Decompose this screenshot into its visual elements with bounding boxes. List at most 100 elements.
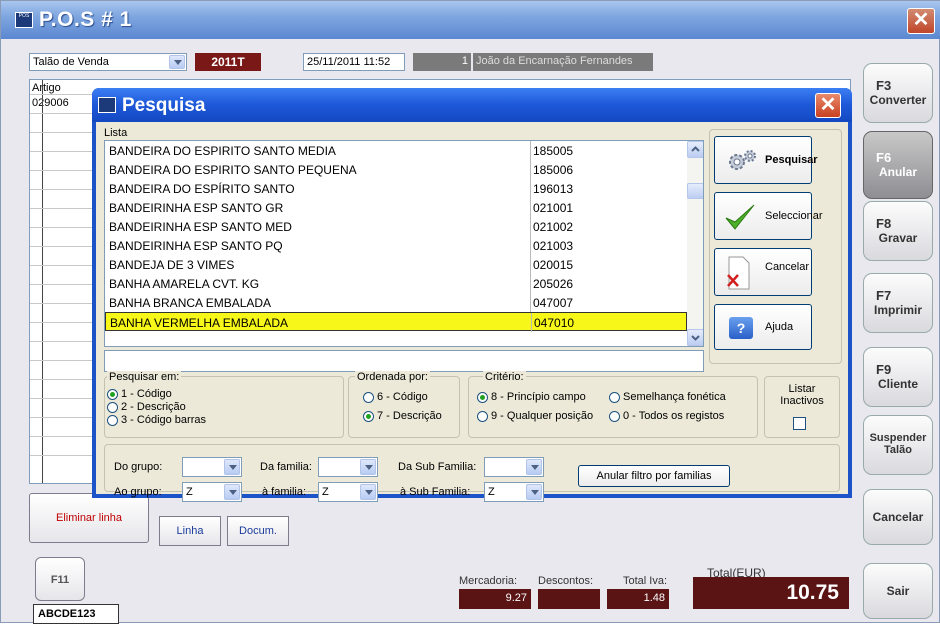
f11-button[interactable]: F11 [35, 557, 85, 601]
list-item[interactable]: BANHA AMARELA CVT. KG 205026 [105, 274, 687, 293]
doc-number: 2011T [195, 53, 261, 71]
f9-label: Cliente [877, 377, 918, 391]
f6-label: Anular [878, 165, 917, 179]
chevron-down-icon[interactable] [169, 55, 185, 69]
f6-anular-button[interactable]: F6 Anular [863, 131, 933, 199]
item-code: 185006 [533, 163, 574, 177]
seleccionar-button[interactable]: Seleccionar [714, 192, 822, 240]
radio-descricao[interactable]: 2 - Descrição [107, 401, 217, 415]
client-number[interactable]: 1 [413, 53, 471, 71]
list-item[interactable]: BANDEIRA DO ESPIRITO SANTO MEDIA 185005 [105, 141, 687, 160]
ordenada-por-label: Ordenada por: [355, 371, 430, 383]
radio-ord-codigo[interactable]: 6 - Código [363, 391, 453, 405]
eliminar-linha-button[interactable]: Eliminar linha [29, 493, 149, 543]
results-list[interactable]: BANDEIRA DO ESPIRITO SANTO MEDIA 185005 B… [104, 140, 704, 347]
da-familia-select[interactable] [318, 457, 378, 477]
chevron-down-icon[interactable] [224, 459, 240, 475]
ao-grupo-select[interactable]: Z [182, 482, 242, 502]
listar-inactivos-checkbox[interactable] [793, 417, 806, 430]
item-name: BANDEIRINHA ESP SANTO GR [109, 201, 284, 215]
item-code: 047010 [534, 316, 575, 330]
radio-codigo-barras[interactable]: 3 - Código barras [107, 414, 237, 428]
item-name: BANDEIRA DO ESPIRITO SANTO MEDIA [109, 144, 336, 158]
list-item[interactable]: BANDEJA DE 3 VIMES 020015 [105, 255, 687, 274]
a-sub-familia-label: à Sub Familia: [400, 486, 471, 498]
list-scrollbar[interactable] [687, 141, 703, 346]
f3-label: Converter [869, 93, 927, 107]
chevron-down-icon[interactable] [526, 459, 542, 475]
radio-semelhanca-fonetica[interactable]: Semelhança fonética [609, 391, 749, 405]
chevron-down-icon[interactable] [360, 484, 376, 500]
item-code: 021002 [533, 220, 574, 234]
suspender-talao-button[interactable]: Suspender Talão [863, 415, 933, 475]
list-item[interactable]: BANDEIRINHA ESP SANTO PQ 021003 [105, 236, 687, 255]
radio-codigo[interactable]: 1 - Código [107, 388, 217, 402]
a-familia-select[interactable]: Z [318, 482, 378, 502]
item-name: BANDEIRA DO ESPÍRITO SANTO [109, 182, 295, 196]
ao-grupo-label: Ao grupo: [114, 486, 162, 498]
list-item[interactable]: BANHA BRANCA EMBALADA 047007 [105, 293, 687, 312]
f9-cliente-button[interactable]: F9 Cliente [863, 347, 933, 407]
datetime-field[interactable]: 25/11/2011 11:52 [303, 53, 405, 71]
item-code: 020015 [533, 258, 574, 272]
doc-type-value: Talão de Venda [33, 56, 109, 68]
app-title: P.O.S # 1 [39, 8, 132, 31]
anular-filtro-button[interactable]: Anular filtro por familias [578, 465, 730, 487]
doc-type-select[interactable]: Talão de Venda [29, 53, 187, 71]
cancelar-button[interactable]: Cancelar [863, 489, 933, 545]
a-sub-familia-select[interactable]: Z [484, 482, 544, 502]
f3-converter-button[interactable]: F3 Converter [863, 63, 933, 123]
list-item[interactable]: BANDEIRA DO ESPIRITO SANTO PEQUENA 185006 [105, 160, 687, 179]
search-input[interactable] [104, 350, 704, 372]
ordenada-por-group: Ordenada por: 6 - Código 7 - Descrição [348, 371, 460, 438]
da-sub-familia-select[interactable] [484, 457, 544, 477]
pesquisar-label: Pesquisar [765, 154, 818, 166]
chevron-down-icon[interactable] [526, 484, 542, 500]
radio-ord-descricao[interactable]: 7 - Descrição [363, 410, 459, 424]
scroll-thumb[interactable] [687, 183, 703, 199]
seleccionar-label: Seleccionar [765, 210, 823, 222]
cancelar-dialog-button[interactable]: Cancelar [714, 248, 812, 296]
sair-button[interactable]: Sair [863, 563, 933, 619]
listar-inactivos-label: Listar Inactivos [780, 383, 824, 407]
da-familia-label: Da familia: [260, 461, 312, 473]
item-name: BANDEIRINHA ESP SANTO PQ [109, 239, 283, 253]
item-name: BANHA VERMELHA EMBALADA [110, 316, 289, 330]
docum-button[interactable]: Docum. [227, 516, 289, 546]
help-icon: ? [729, 317, 753, 339]
do-grupo-select[interactable] [182, 457, 242, 477]
chevron-down-icon[interactable] [360, 459, 376, 475]
f7-imprimir-button[interactable]: F7 Imprimir [863, 273, 933, 333]
linha-button[interactable]: Linha [159, 516, 221, 546]
scroll-up-icon[interactable] [687, 141, 703, 158]
pesquisar-button[interactable]: Pesquisar [714, 136, 818, 184]
radio-label: 8 - Princípio campo [491, 391, 586, 403]
dialog-close-icon[interactable]: ✕ [815, 93, 841, 118]
chevron-down-icon[interactable] [224, 484, 240, 500]
list-label: Lista [104, 127, 128, 139]
ajuda-button[interactable]: ? Ajuda [714, 304, 812, 350]
item-code: 021001 [533, 201, 574, 215]
list-item[interactable]: BANDEIRA DO ESPÍRITO SANTO 196013 [105, 179, 687, 198]
a-familia-value: Z [322, 486, 329, 498]
list-item[interactable]: BANDEIRINHA ESP SANTO MED 021002 [105, 217, 687, 236]
iva-label: Total Iva: [623, 575, 668, 587]
first-item-code[interactable]: 029006 [32, 97, 69, 109]
close-icon[interactable]: ✕ [907, 8, 935, 34]
iva-value: 1.48 [607, 589, 669, 609]
title-bar: POS P.O.S # 1 ✕ [1, 1, 940, 39]
mercadoria-value: 9.27 [459, 589, 531, 609]
radio-principio-campo[interactable]: 8 - Princípio campo [477, 391, 607, 405]
f8-gravar-button[interactable]: F8 Gravar [863, 201, 933, 261]
scroll-down-icon[interactable] [687, 329, 703, 346]
mercadoria-label: Mercadoria: [459, 575, 518, 587]
f7-key: F7 [876, 288, 892, 303]
descontos-value [538, 589, 600, 609]
radio-qualquer-posicao[interactable]: 9 - Qualquer posição [477, 410, 611, 424]
radio-todos-registos[interactable]: 0 - Todos os registos [609, 410, 755, 424]
item-name: BANHA AMARELA CVT. KG [109, 277, 260, 291]
list-item[interactable]: BANDEIRINHA ESP SANTO GR 021001 [105, 198, 687, 217]
criterio-label: Critério: [483, 371, 526, 383]
f6-key: F6 [876, 150, 892, 165]
list-item-selected[interactable]: BANHA VERMELHA EMBALADA 047010 [105, 312, 687, 332]
